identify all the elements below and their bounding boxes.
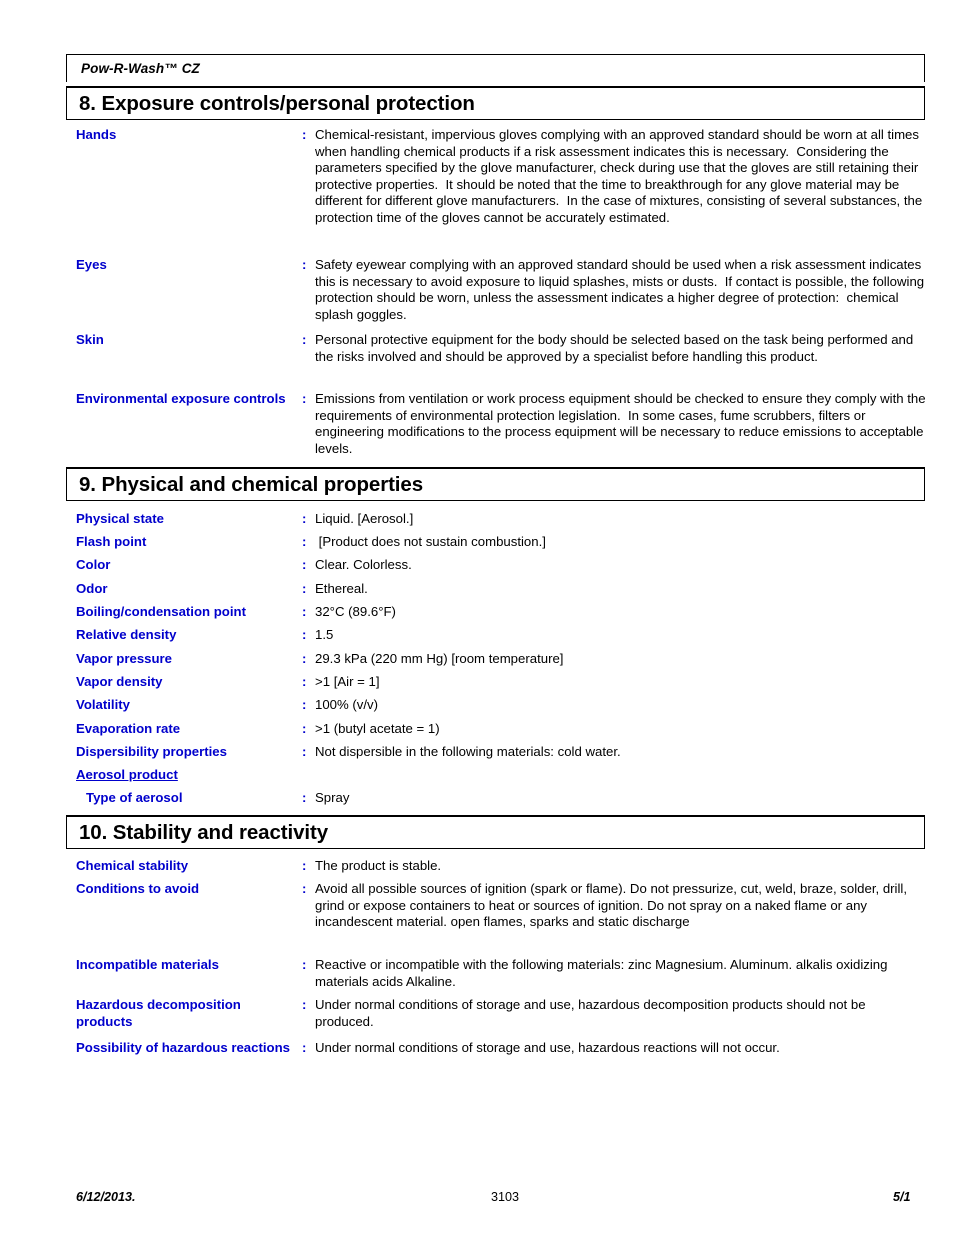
property-label: Color	[76, 557, 111, 572]
property-colon: :	[302, 511, 307, 526]
property-colon: :	[302, 391, 307, 406]
property-colon: :	[302, 790, 307, 805]
property-colon: :	[302, 674, 307, 689]
property-value: >1 [Air = 1]	[315, 674, 380, 689]
property-label: Vapor density	[76, 674, 163, 689]
section-heading-9: 9. Physical and chemical properties	[66, 467, 925, 501]
property-label: Conditions to avoid	[76, 881, 200, 896]
property-value: Emissions from ventilation or work proce…	[315, 391, 930, 456]
property-colon: :	[302, 858, 307, 873]
property-colon: :	[302, 957, 307, 972]
property-label: Possibility of hazardous reactions	[76, 1040, 290, 1055]
property-colon: :	[302, 581, 307, 596]
property-value: Clear. Colorless.	[315, 557, 412, 572]
property-colon: :	[302, 257, 307, 272]
property-colon: :	[302, 127, 307, 142]
property-value: The product is stable.	[315, 858, 442, 873]
property-label: Type of aerosol	[86, 790, 183, 805]
property-colon: :	[302, 744, 307, 759]
property-colon: :	[302, 1040, 307, 1055]
property-colon: :	[302, 697, 307, 712]
property-value: 29.3 kPa (220 mm Hg) [room temperature]	[315, 651, 564, 666]
footer-date: 6/12/2013.	[76, 1190, 136, 1204]
property-value: Ethereal.	[315, 581, 368, 596]
section-title-10: 10. Stability and reactivity	[79, 821, 328, 844]
property-label: Odor	[76, 581, 108, 596]
property-colon: :	[302, 651, 307, 666]
document-footer: 6/12/2013. 3103 5/1	[0, 1190, 954, 1210]
document-page: Pow-R-Wash™ CZ 8. Exposure controls/pers…	[0, 0, 954, 1235]
footer-page-number: 5/1	[893, 1190, 911, 1204]
property-value: Under normal conditions of storage and u…	[315, 997, 870, 1029]
property-colon: :	[302, 604, 307, 619]
property-label: Relative density	[76, 627, 177, 642]
property-label: Dispersibility properties	[76, 744, 227, 759]
property-value: Avoid all possible sources of ignition (…	[315, 881, 911, 930]
section-title-9: 9. Physical and chemical properties	[79, 473, 424, 496]
property-colon: :	[302, 627, 307, 642]
property-colon: :	[302, 997, 307, 1012]
property-label: Flash point	[76, 534, 147, 549]
property-colon: :	[302, 534, 307, 549]
property-label: Eyes	[76, 257, 107, 272]
property-label: Vapor pressure	[76, 651, 173, 666]
property-value: 32°C (89.6°F)	[315, 604, 396, 619]
property-label: Hazardous decomposition products	[76, 997, 241, 1029]
property-value: [Product does not sustain combustion.]	[315, 534, 546, 549]
product-name: Pow-R-Wash™ CZ	[81, 61, 200, 76]
property-label: Physical state	[76, 511, 164, 526]
property-value: >1 (butyl acetate = 1)	[315, 721, 440, 736]
property-value: Safety eyewear complying with an approve…	[315, 257, 928, 322]
property-label: Chemical stability	[76, 858, 189, 873]
property-label: Incompatible materials	[76, 957, 219, 972]
property-colon: :	[302, 721, 307, 736]
property-value: Personal protective equipment for the bo…	[315, 332, 917, 364]
document-header: Pow-R-Wash™ CZ	[66, 54, 925, 82]
footer-document-code: 3103	[491, 1190, 520, 1204]
property-value: Under normal conditions of storage and u…	[315, 1040, 780, 1055]
section-heading-8: 8. Exposure controls/personal protection	[66, 86, 925, 120]
property-colon: :	[302, 557, 307, 572]
property-label: Aerosol product	[76, 767, 178, 782]
property-label: Volatility	[76, 697, 130, 712]
property-colon: :	[302, 332, 307, 347]
property-value: Reactive or incompatible with the follow…	[315, 957, 892, 989]
property-colon: :	[302, 881, 307, 896]
section-heading-10: 10. Stability and reactivity	[66, 815, 925, 849]
property-value: Spray	[315, 790, 350, 805]
property-value: Chemical-resistant, impervious gloves co…	[315, 127, 926, 225]
property-value: Liquid. [Aerosol.]	[315, 511, 414, 526]
property-label: Hands	[76, 127, 117, 142]
property-label: Boiling/condensation point	[76, 604, 246, 619]
property-label: Environmental exposure controls	[76, 391, 286, 406]
property-value: Not dispersible in the following materia…	[315, 744, 621, 759]
property-label: Evaporation rate	[76, 721, 181, 736]
property-label: Skin	[76, 332, 104, 347]
section-title-8: 8. Exposure controls/personal protection	[79, 92, 475, 115]
property-value: 100% (v/v)	[315, 697, 379, 712]
property-value: 1.5	[315, 627, 334, 642]
